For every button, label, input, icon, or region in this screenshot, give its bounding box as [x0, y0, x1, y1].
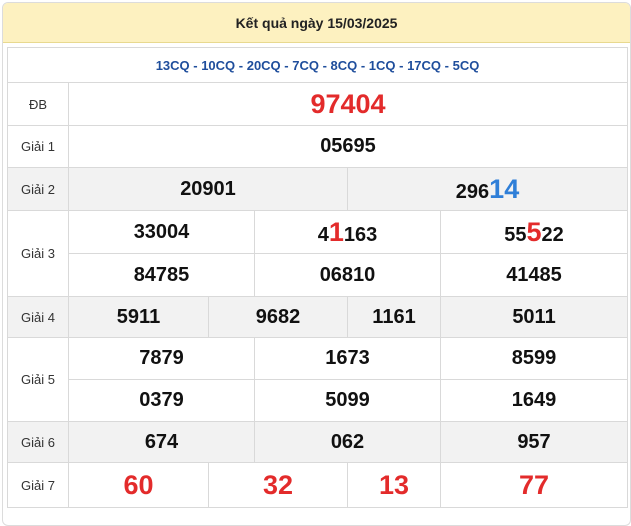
results-table: 13CQ - 10CQ - 20CQ - 7CQ - 8CQ - 1CQ - 1… [6, 47, 629, 508]
prize-label-6: Giải 6 [7, 421, 69, 463]
prize-label-7: Giải 7 [7, 462, 69, 508]
prize-5-number: 0379 [68, 379, 255, 422]
prize-7-number: 13 [347, 462, 441, 508]
prize-4-number: 9682 [208, 296, 348, 338]
prize-4-number: 1161 [347, 296, 441, 338]
prize-label-db: ĐB [7, 82, 69, 126]
prize-6-number: 674 [68, 421, 255, 463]
prize-3-number: 33004 [68, 210, 255, 254]
prize-row-5a: Giải 5 7879 1673 8599 [7, 337, 629, 422]
prize-label-5: Giải 5 [7, 337, 69, 422]
prize-3-number: 55522 [439, 210, 629, 254]
highlight-digits: 5 [526, 216, 542, 247]
prize-row-6: Giải 6 674 062 957 [7, 421, 629, 463]
prize-label-4: Giải 4 [7, 296, 69, 338]
prize-3-number: 84785 [68, 253, 255, 297]
prize-row-7: Giải 7 60 32 13 77 [7, 462, 629, 508]
prize-label-3: Giải 3 [7, 210, 69, 297]
results-panel: Kết quả ngày 15/03/2025 13CQ - 10CQ - 20… [2, 2, 631, 526]
prize-row-db: ĐB 97404 [7, 82, 629, 126]
prize-row-4: Giải 4 5911 9682 1161 5011 [7, 296, 629, 338]
prize-2-number: 29614 [346, 167, 629, 211]
prize-row-1: Giải 1 05695 [7, 125, 629, 168]
prize-5-number: 1673 [254, 337, 441, 380]
prize-1-number: 05695 [67, 125, 629, 168]
codes-row: 13CQ - 10CQ - 20CQ - 7CQ - 8CQ - 1CQ - 1… [6, 47, 629, 83]
prize-row-3a: Giải 3 33004 41163 55522 [7, 210, 629, 297]
prize-7-number: 60 [68, 462, 209, 508]
prize-5-number: 7879 [68, 337, 255, 380]
prize-5-number: 5099 [254, 379, 441, 422]
prize-6-number: 062 [254, 421, 441, 463]
prize-label-1: Giải 1 [7, 125, 69, 168]
prize-4-number: 5911 [68, 296, 209, 338]
prize-row-3b: 84785 06810 41485 [8, 253, 629, 297]
prize-6-number: 957 [439, 421, 629, 463]
prize-7-number: 77 [439, 462, 629, 508]
prize-7-number: 32 [208, 462, 348, 508]
prize-2-number: 20901 [68, 167, 348, 211]
lottery-codes: 13CQ - 10CQ - 20CQ - 7CQ - 8CQ - 1CQ - 1… [6, 47, 629, 83]
prize-row-5b: 0379 5099 1649 [8, 379, 629, 422]
prize-row-2: Giải 2 20901 29614 [7, 167, 629, 211]
highlight-digits: 14 [489, 173, 520, 204]
prize-3-number: 41163 [254, 210, 441, 254]
prize-4-number: 5011 [439, 296, 629, 338]
special-prize-number: 97404 [67, 82, 629, 126]
prize-3-number: 41485 [439, 253, 629, 297]
prize-3-number: 06810 [254, 253, 441, 297]
prize-5-number: 1649 [439, 379, 629, 422]
results-header: Kết quả ngày 15/03/2025 [3, 3, 630, 43]
prize-label-2: Giải 2 [7, 167, 69, 211]
highlight-digits: 1 [328, 216, 344, 247]
prize-5-number: 8599 [439, 337, 629, 380]
results-title: Kết quả ngày 15/03/2025 [235, 14, 398, 31]
